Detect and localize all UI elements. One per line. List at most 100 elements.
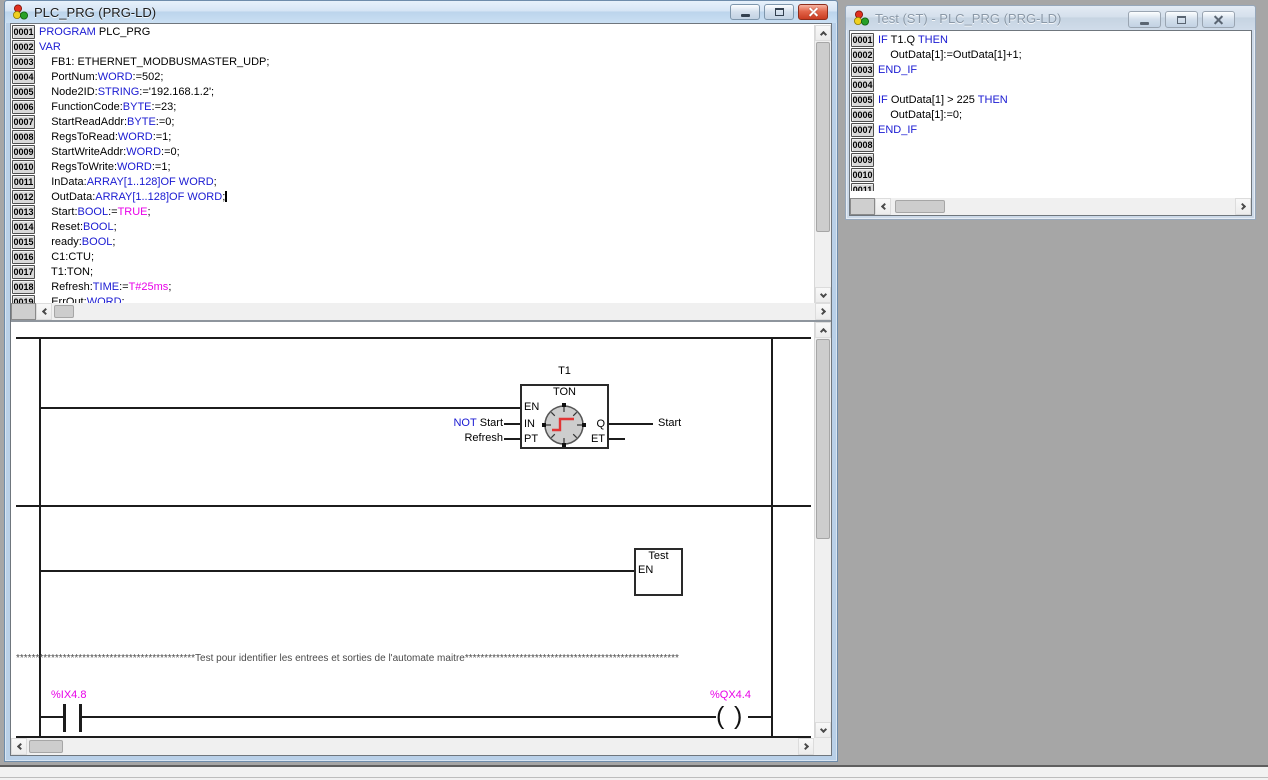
code-line[interactable]: 0008 [851,138,1250,153]
ladder-vscrollbar[interactable] [814,322,831,738]
code-text[interactable]: ErrOut:WORD; [35,295,125,303]
code-text[interactable]: ready:BOOL; [35,235,115,250]
code-line[interactable]: 0006 OutData[1]:=0; [851,108,1250,123]
line-number[interactable]: 0008 [12,130,35,144]
code-text[interactable]: END_IF [874,123,917,138]
code-line[interactable]: 0009 StartWriteAddr:WORD:=0; [12,145,814,160]
line-number[interactable]: 0008 [851,138,874,152]
scroll-down-button[interactable] [815,287,831,303]
st-hscrollbar[interactable] [850,198,1251,215]
code-text[interactable]: OutData[1]:=OutData[1]+1; [874,48,1022,63]
code-line[interactable]: 0001PROGRAM PLC_PRG [12,25,814,40]
line-number[interactable]: 0014 [12,220,35,234]
line-number[interactable]: 0012 [12,190,35,204]
scroll-right-button[interactable] [798,738,814,755]
ton-in-operand[interactable]: NOT Start [411,417,503,429]
code-text[interactable]: PortNum:WORD:=502; [35,70,163,85]
line-number[interactable]: 0009 [12,145,35,159]
scroll-track[interactable] [74,303,815,320]
line-number[interactable]: 0017 [12,265,35,279]
code-text[interactable]: Start:BOOL:=TRUE; [35,205,151,220]
close-button[interactable] [1202,11,1235,28]
restore-button[interactable] [764,4,794,20]
contact-bar[interactable] [79,704,82,732]
scroll-thumb[interactable] [895,200,945,213]
line-number[interactable]: 0010 [12,160,35,174]
code-text[interactable]: StartReadAddr:BYTE:=0; [35,115,174,130]
line-number[interactable]: 0016 [12,250,35,264]
line-number[interactable]: 0001 [12,25,35,39]
scroll-right-button[interactable] [815,303,831,320]
line-number[interactable]: 0018 [12,280,35,294]
network-comment[interactable]: ****************************************… [16,653,809,664]
scroll-track[interactable] [63,738,798,755]
line-number[interactable]: 0002 [12,40,35,54]
line-number[interactable]: 0010 [851,168,874,182]
scroll-right-button[interactable] [1235,198,1251,215]
maximize-button[interactable] [1165,11,1198,28]
code-line[interactable]: 0007END_IF [851,123,1250,138]
code-line[interactable]: 0007 StartReadAddr:BYTE:=0; [12,115,814,130]
ladder-hscrollbar[interactable] [11,738,814,755]
minimize-button[interactable] [730,4,760,20]
line-number[interactable]: 0002 [851,48,874,62]
line-number[interactable]: 0019 [12,295,35,303]
code-line[interactable]: 0014 Reset:BOOL; [12,220,814,235]
line-number[interactable]: 0009 [851,153,874,167]
scroll-down-button[interactable] [815,722,831,738]
code-line[interactable]: 0002VAR [12,40,814,55]
line-number[interactable]: 0011 [851,183,874,191]
code-text[interactable]: OutData:ARRAY[1..128]OF WORD; [35,190,227,205]
line-number[interactable]: 0011 [12,175,35,189]
code-text[interactable]: T1:TON; [35,265,93,280]
line-number[interactable]: 0006 [12,100,35,114]
ton-pt-operand[interactable]: Refresh [411,432,503,444]
code-line[interactable]: 0004 PortNum:WORD:=502; [12,70,814,85]
code-line[interactable]: 0013 Start:BOOL:=TRUE; [12,205,814,220]
code-line[interactable]: 0010 [851,168,1250,183]
code-line[interactable]: 0015 ready:BOOL; [12,235,814,250]
code-line[interactable]: 0003 FB1: ETHERNET_MODBUSMASTER_UDP; [12,55,814,70]
code-line[interactable]: 0005 Node2ID:STRING:='192.168.1.2'; [12,85,814,100]
line-number[interactable]: 0007 [12,115,35,129]
code-text[interactable]: END_IF [874,63,917,78]
scroll-thumb[interactable] [29,740,63,753]
code-text[interactable]: PROGRAM PLC_PRG [35,25,150,40]
code-text[interactable]: InData:ARRAY[1..128]OF WORD; [35,175,217,190]
code-text[interactable]: IF T1.Q THEN [874,33,948,48]
line-number[interactable]: 0005 [12,85,35,99]
code-text[interactable]: FunctionCode:BYTE:=23; [35,100,176,115]
code-text[interactable]: Node2ID:STRING:='192.168.1.2'; [35,85,214,100]
code-line[interactable]: 0017 T1:TON; [12,265,814,280]
declaration-hscrollbar[interactable] [11,303,831,320]
scroll-up-button[interactable] [815,322,831,338]
ladder-canvas[interactable]: T1 TON EN IN PT Q ET [11,322,814,738]
line-number[interactable]: 0015 [12,235,35,249]
line-number[interactable]: 0007 [851,123,874,137]
ton-instance-label[interactable]: T1 [520,365,609,377]
ton-q-operand[interactable]: Start [658,417,681,429]
code-line[interactable]: 0016 C1:CTU; [12,250,814,265]
scroll-up-button[interactable] [815,25,831,41]
code-line[interactable]: 0011 [851,183,1250,191]
line-number[interactable]: 0001 [851,33,874,47]
code-line[interactable]: 0004 [851,78,1250,93]
line-number[interactable]: 0005 [851,93,874,107]
code-line[interactable]: 0005IF OutData[1] > 225 THEN [851,93,1250,108]
code-text[interactable]: Refresh:TIME:=T#25ms; [35,280,171,295]
plc-prg-titlebar[interactable]: PLC_PRG (PRG-LD) [5,1,837,23]
code-line[interactable]: 0012 OutData:ARRAY[1..128]OF WORD; [12,190,814,205]
line-number[interactable]: 0003 [12,55,35,69]
line-number[interactable]: 0004 [851,78,874,92]
line-number[interactable]: 0003 [851,63,874,77]
code-text[interactable]: VAR [35,40,61,55]
code-text[interactable]: C1:CTU; [35,250,94,265]
code-line[interactable]: 0001IF T1.Q THEN [851,33,1250,48]
code-text[interactable]: Reset:BOOL; [35,220,117,235]
code-line[interactable]: 0002 OutData[1]:=OutData[1]+1; [851,48,1250,63]
coil-address-label[interactable]: %QX4.4 [710,689,751,701]
st-editor[interactable]: 0001IF T1.Q THEN0002 OutData[1]:=OutData… [851,33,1250,198]
declaration-vscrollbar[interactable] [814,25,831,303]
minimize-button[interactable] [1128,11,1161,28]
code-text[interactable]: StartWriteAddr:WORD:=0; [35,145,180,160]
